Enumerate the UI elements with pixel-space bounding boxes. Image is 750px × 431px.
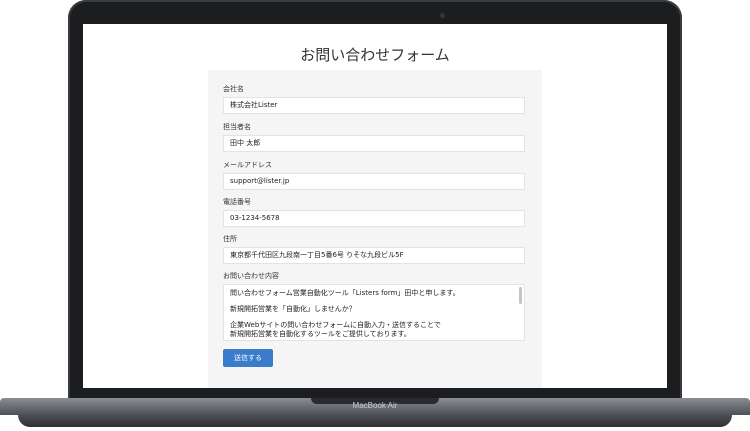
screen: お問い合わせフォーム 会社名 株式会社Lister 担当者名 田中 太郎 メール… xyxy=(83,24,667,388)
phone-input[interactable]: 03-1234-5678 xyxy=(223,210,525,227)
message-line: 新規開拓営業を「自動化」しませんか？ xyxy=(230,305,356,313)
contact-name-label: 担当者名 xyxy=(223,123,251,131)
address-label: 住所 xyxy=(223,235,237,243)
textarea-scrollbar[interactable] xyxy=(519,287,522,304)
phone-label: 電話番号 xyxy=(223,198,251,206)
company-label: 会社名 xyxy=(223,85,244,93)
base-bottom xyxy=(18,415,732,427)
email-label: メールアドレス xyxy=(223,161,272,169)
address-input[interactable]: 東京都千代田区九段南一丁目5番6号 りそな九段ビル5F xyxy=(223,247,525,264)
company-input[interactable]: 株式会社Lister xyxy=(223,97,525,114)
laptop-base: MacBook Air xyxy=(0,398,750,431)
contact-name-input[interactable]: 田中 太郎 xyxy=(223,135,525,152)
contact-form: 会社名 株式会社Lister 担当者名 田中 太郎 メールアドレス suppor… xyxy=(208,70,542,388)
submit-button[interactable]: 送信する xyxy=(223,349,273,367)
message-label: お問い合わせ内容 xyxy=(223,272,279,280)
message-textarea[interactable]: 問い合わせフォーム営業自動化ツール「Listers form」田中と申します。 … xyxy=(223,284,525,341)
camera-icon xyxy=(440,13,445,18)
message-line: 新規開拓営業を自動化するツールをご提供しております。 xyxy=(230,330,411,338)
message-line: 企業Webサイトの問い合わせフォームに自動入力・送信することで xyxy=(230,321,441,329)
email-input[interactable]: support@lister.jp xyxy=(223,173,525,190)
message-line: 問い合わせフォーム営業自動化ツール「Listers form」田中と申します。 xyxy=(230,289,460,297)
device-label: MacBook Air xyxy=(352,401,398,410)
page-title: お問い合わせフォーム xyxy=(300,46,450,64)
